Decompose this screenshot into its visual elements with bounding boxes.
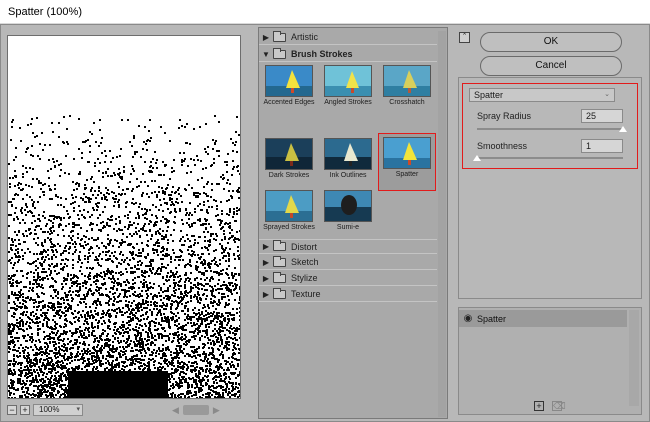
scroll-thumb[interactable] [182, 405, 209, 415]
thumb-spatter[interactable]: Spatter [378, 133, 436, 191]
smoothness-slider-thumb[interactable] [473, 155, 481, 161]
new-layer-icon[interactable]: + [534, 401, 544, 411]
spray-radius-slider[interactable] [477, 128, 623, 130]
scroll-right-icon[interactable]: ▶ [213, 405, 220, 416]
category-label: Texture [291, 289, 321, 299]
thumb-angled-strokes[interactable]: Angled Strokes [321, 65, 375, 106]
expand-arrow-icon: ▶ [262, 242, 270, 251]
ok-button[interactable]: OK [480, 32, 622, 52]
layers-scrollbar[interactable] [629, 310, 639, 406]
thumbnail-image [324, 190, 372, 222]
thumbnail-image [383, 137, 431, 169]
folder-icon [273, 287, 286, 299]
thumbnail-label: Spatter [395, 171, 419, 178]
trash-icon[interactable]: ⌫ [552, 401, 566, 411]
folder-icon [273, 30, 286, 42]
category-label: Distort [291, 241, 318, 252]
zoom-out-button[interactable]: − [7, 405, 17, 415]
category-artistic[interactable]: ▶ Artistic [259, 30, 437, 45]
preview-canvas[interactable] [7, 35, 241, 399]
spatter-preview-image [8, 115, 240, 398]
filter-gallery: ▶ Artistic ▼ Brush Strokes Accented Edge… [258, 27, 448, 419]
spray-radius-label: Spray Radius [477, 111, 532, 121]
category-texture[interactable]: ▶ Texture [259, 287, 437, 302]
category-label: Sketch [291, 257, 319, 267]
chevron-down-icon: ▾ [76, 406, 80, 413]
smoothness-input[interactable]: 1 [581, 139, 623, 153]
thumbnail-label: Dark Strokes [268, 172, 310, 179]
category-brush-strokes[interactable]: ▼ Brush Strokes [259, 47, 437, 62]
smoothness-slider[interactable] [477, 157, 623, 159]
thumbnail-image [265, 65, 313, 97]
thumbnail-image [324, 138, 372, 170]
layer-tools: + ⌫ [534, 401, 566, 411]
expand-arrow-icon: ▶ [262, 289, 270, 299]
window-title: Spatter (100%) [0, 0, 650, 24]
thumbnail-label: Sprayed Strokes [263, 224, 315, 231]
thumb-sumi-e[interactable]: Sumi-e [321, 190, 375, 231]
folder-open-icon [273, 47, 286, 59]
category-label: Artistic [291, 32, 318, 42]
folder-icon [273, 271, 286, 283]
cancel-button[interactable]: Cancel [480, 56, 622, 76]
category-distort[interactable]: ▶ Distort [259, 239, 437, 254]
smoothness-label: Smoothness [477, 141, 528, 151]
scroll-left-icon[interactable]: ◀ [172, 405, 179, 416]
category-sketch[interactable]: ▶ Sketch [259, 255, 437, 270]
preview-h-scrollbar[interactable]: ◀ ▶ [172, 405, 220, 416]
gallery-scrollbar[interactable] [438, 31, 446, 417]
thumb-crosshatch[interactable]: Crosshatch [380, 65, 434, 106]
expand-arrow-icon: ▶ [262, 257, 270, 267]
chevron-down-icon: ⌄ [604, 91, 610, 98]
thumb-ink-outlines[interactable]: Ink Outlines [321, 138, 375, 179]
thumbnail-label: Accented Edges [263, 99, 315, 106]
expand-arrow-icon: ▶ [262, 32, 270, 42]
zoom-select[interactable]: 100% ▾ [33, 404, 83, 416]
spray-radius-slider-thumb[interactable] [619, 126, 627, 132]
thumb-accented-edges[interactable]: Accented Edges [262, 65, 316, 106]
filter-select[interactable]: Spatter ⌄ [469, 88, 615, 102]
zoom-in-button[interactable]: + [20, 405, 30, 415]
thumbnail-image [324, 65, 372, 97]
spray-radius-input[interactable]: 25 [581, 109, 623, 123]
effect-layer-row[interactable]: ◉ Spatter [459, 310, 627, 327]
thumbnail-label: Ink Outlines [329, 172, 367, 179]
thumbnail-label: Crosshatch [389, 99, 425, 106]
folder-icon [273, 240, 286, 251]
thumb-dark-strokes[interactable]: Dark Strokes [262, 138, 316, 179]
collapse-arrow-icon: ▼ [262, 49, 270, 59]
category-label: Stylize [291, 273, 318, 283]
category-label: Brush Strokes [291, 49, 353, 59]
thumbnail-label: Angled Strokes [324, 99, 372, 106]
category-stylize[interactable]: ▶ Stylize [259, 271, 437, 286]
effect-layer-name: Spatter [477, 313, 507, 324]
thumbnail-image [265, 190, 313, 222]
expand-arrow-icon: ▶ [262, 273, 270, 283]
filter-gallery-dialog: − + 100% ▾ ◀ ▶ ▶ Artistic ▼ Brush Stroke… [0, 24, 650, 422]
zoom-level: 100% [39, 405, 60, 414]
collapse-gallery-icon[interactable]: ⌃ [459, 32, 470, 43]
folder-icon [273, 255, 286, 267]
thumbnail-label: Sumi-e [336, 224, 360, 231]
thumbnail-image [265, 138, 313, 170]
filter-select-value: Spatter [474, 90, 504, 100]
preview-footer: − + 100% ▾ ◀ ▶ [7, 403, 241, 417]
thumbnail-image [383, 65, 431, 97]
thumb-sprayed-strokes[interactable]: Sprayed Strokes [262, 190, 316, 231]
eye-icon[interactable]: ◉ [459, 313, 477, 324]
